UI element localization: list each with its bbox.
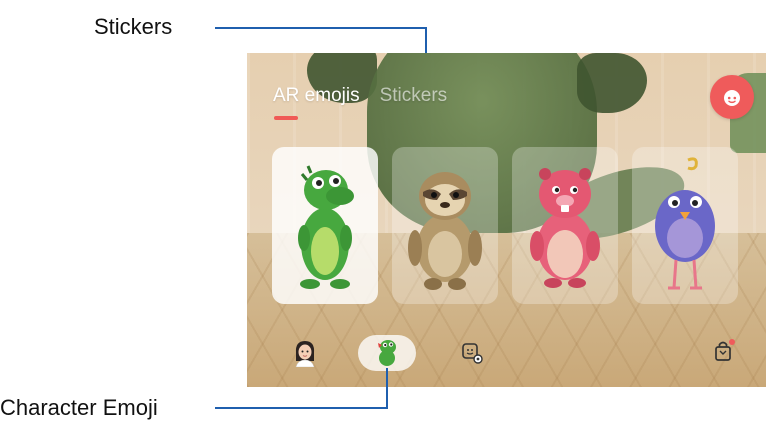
- sticker-gallery-button[interactable]: [458, 339, 486, 367]
- character-emoji-button[interactable]: [372, 338, 402, 368]
- character-emoji-callout-label: Character Emoji: [0, 395, 158, 420]
- store-button[interactable]: [709, 336, 739, 366]
- character-emoji-icon: [378, 340, 396, 366]
- beaver-emoji-icon: [530, 167, 600, 288]
- active-tab-indicator: [274, 116, 298, 120]
- emoji-card-sloth[interactable]: [392, 147, 498, 304]
- dinosaur-emoji-icon: [298, 164, 354, 289]
- ar-emoji-studio-button[interactable]: [710, 75, 754, 119]
- character-emoji-callout-line: [215, 407, 388, 409]
- sloth-emoji-icon: [408, 171, 482, 290]
- notification-dot: [729, 339, 735, 345]
- my-emoji-avatar-icon: [295, 341, 315, 367]
- stickers-callout-line: [215, 27, 426, 29]
- store-bag-icon: [715, 339, 735, 361]
- stickers-callout-label: Stickers: [94, 14, 173, 39]
- ar-emoji-screen: AR emojis Stickers: [247, 53, 766, 387]
- bird-emoji-icon: [655, 156, 715, 289]
- tab-ar-emojis[interactable]: AR emojis: [273, 85, 360, 107]
- emoji-card-bird[interactable]: [632, 147, 738, 304]
- emoji-face-icon: [724, 90, 740, 106]
- emoji-card-beaver[interactable]: [512, 147, 618, 304]
- character-emoji-callout-line-vertical: [386, 368, 388, 409]
- emoji-tabs: AR emojis Stickers: [273, 85, 447, 107]
- tab-stickers[interactable]: Stickers: [380, 85, 448, 107]
- emoji-card-dinosaur[interactable]: [272, 147, 378, 304]
- my-emoji-button[interactable]: [290, 338, 320, 368]
- sticker-gallery-icon: [462, 343, 483, 364]
